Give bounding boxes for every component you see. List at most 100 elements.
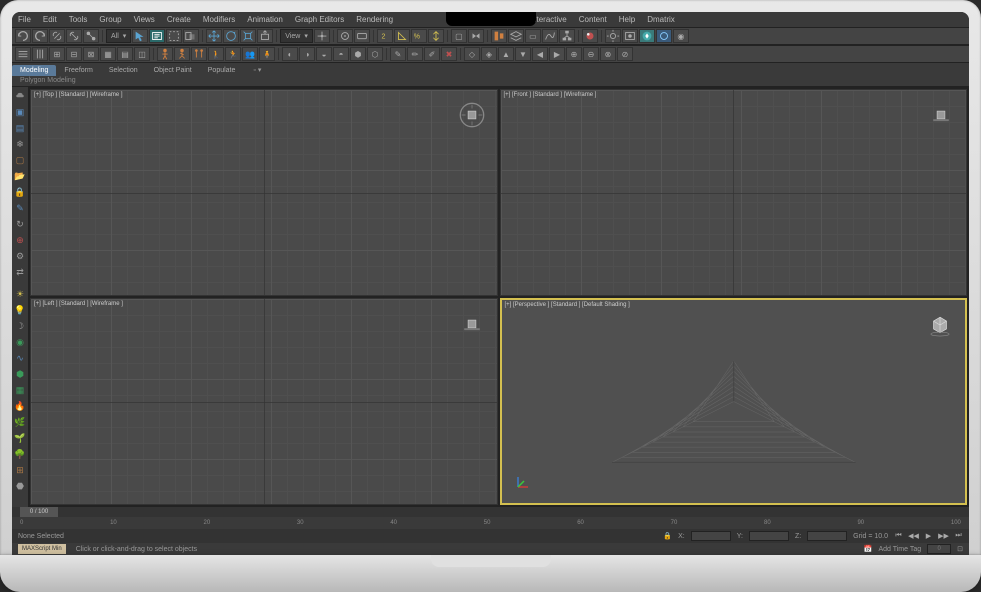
viewport-perspective[interactable]: [+] [Perspective ] [Standard ] [Default …	[500, 298, 968, 505]
placement-icon[interactable]	[257, 29, 273, 43]
select-icon[interactable]	[132, 29, 148, 43]
viewcube-left-icon[interactable]	[459, 311, 485, 337]
add-time-tag[interactable]: Add Time Tag	[878, 546, 921, 553]
undo-icon[interactable]	[15, 29, 31, 43]
biped-3-icon[interactable]	[191, 47, 207, 61]
extras-1-icon[interactable]: ◐	[282, 47, 298, 61]
time-slider-handle[interactable]: 0 / 100	[20, 507, 58, 517]
menu-rendering[interactable]: Rendering	[356, 15, 393, 24]
helper-7-icon[interactable]: ⊕	[566, 47, 582, 61]
menu-tools[interactable]: Tools	[69, 15, 88, 24]
helper-8-icon[interactable]: ⊖	[583, 47, 599, 61]
container-icon[interactable]: ▣	[13, 105, 27, 119]
viewport-front[interactable]: [+] [Front ] [Standard ] [Wireframe ]	[500, 89, 968, 296]
target-icon[interactable]: ⊕	[13, 233, 27, 247]
helper-1-icon[interactable]: ◇	[464, 47, 480, 61]
menu-modifiers[interactable]: Modifiers	[203, 15, 235, 24]
menu-content[interactable]: Content	[579, 15, 607, 24]
graphite-1-icon[interactable]	[15, 47, 31, 61]
time-slider[interactable]: 0 / 100	[12, 507, 969, 517]
helper-6-icon[interactable]: ▶	[549, 47, 565, 61]
align-icon[interactable]	[491, 29, 507, 43]
helper-9-icon[interactable]: ⊗	[600, 47, 616, 61]
viewport-perspective-label[interactable]: [+] [Perspective ] [Standard ] [Default …	[505, 302, 630, 308]
lock-selection-icon[interactable]: 🔒	[663, 532, 672, 540]
box-icon[interactable]: ▢	[13, 153, 27, 167]
moon-icon[interactable]: ☽	[13, 319, 27, 333]
helper-3-icon[interactable]: ▲	[498, 47, 514, 61]
graphite-5-icon[interactable]: ⊠	[83, 47, 99, 61]
lock-icon[interactable]: 🔒	[13, 185, 27, 199]
menu-grapheditors[interactable]: Graph Editors	[295, 15, 344, 24]
graphite-3-icon[interactable]: ⊞	[49, 47, 65, 61]
extras-6-icon[interactable]: ⬡	[367, 47, 383, 61]
menu-group[interactable]: Group	[99, 15, 121, 24]
edit-icon[interactable]: ✎	[13, 201, 27, 215]
snap-2d-icon[interactable]: 2	[377, 29, 393, 43]
ribbon-tab-freeform[interactable]: Freeform	[56, 65, 100, 76]
toggle-ribbon-icon[interactable]: ▭	[525, 29, 541, 43]
brush-2-icon[interactable]: ✏	[407, 47, 423, 61]
texture-icon[interactable]: ▦	[13, 383, 27, 397]
helper-2-icon[interactable]: ◈	[481, 47, 497, 61]
menu-help[interactable]: Help	[619, 15, 635, 24]
map-icon[interactable]: ⬢	[13, 367, 27, 381]
helper-4-icon[interactable]: ▼	[515, 47, 531, 61]
isolate-icon[interactable]: ⊡	[957, 545, 963, 553]
render-setup-icon[interactable]	[605, 29, 621, 43]
biped-1-icon[interactable]	[157, 47, 173, 61]
keyboard-shortcut-icon[interactable]	[354, 29, 370, 43]
biped-6-icon[interactable]: 👥	[242, 47, 258, 61]
select-name-icon[interactable]	[149, 29, 165, 43]
menu-animation[interactable]: Animation	[247, 15, 283, 24]
move-icon[interactable]	[206, 29, 222, 43]
viewport-front-label[interactable]: [+] [Front ] [Standard ] [Wireframe ]	[504, 92, 597, 98]
menu-file[interactable]: File	[18, 15, 31, 24]
spline-icon[interactable]: ∿	[13, 351, 27, 365]
reference-coord-dropdown[interactable]: View▾	[280, 29, 313, 43]
viewport-top[interactable]: [+] [Top ] [Standard ] [Wireframe ]	[30, 89, 498, 296]
fire-icon[interactable]: 🔥	[13, 399, 27, 413]
goto-start-icon[interactable]: ⏮	[894, 532, 903, 541]
material-editor-icon[interactable]	[582, 29, 598, 43]
settings-icon[interactable]: ⚙	[13, 249, 27, 263]
bind-icon[interactable]	[83, 29, 99, 43]
biped-4-icon[interactable]: 🚶	[208, 47, 224, 61]
graphite-6-icon[interactable]: ▦	[100, 47, 116, 61]
extras-3-icon[interactable]: ◒	[316, 47, 332, 61]
grass-icon[interactable]: 🌿	[13, 415, 27, 429]
biped-2-icon[interactable]	[174, 47, 190, 61]
brush-4-icon[interactable]: ✖	[441, 47, 457, 61]
viewcube-perspective-icon[interactable]	[927, 312, 953, 338]
graphite-8-icon[interactable]: ◫	[134, 47, 150, 61]
y-input[interactable]	[749, 531, 789, 541]
graphite-2-icon[interactable]	[32, 47, 48, 61]
unlink-icon[interactable]	[66, 29, 82, 43]
snap-angle-icon[interactable]	[394, 29, 410, 43]
color-icon[interactable]: ◉	[13, 335, 27, 349]
freeze-icon[interactable]: ❄	[13, 137, 27, 151]
viewport-left-label[interactable]: [+] [Left ] [Standard ] [Wireframe ]	[34, 301, 123, 307]
maxscript-listener[interactable]: MAXScript Min	[18, 544, 66, 554]
manipulate-icon[interactable]	[337, 29, 353, 43]
brush-1-icon[interactable]: ✎	[390, 47, 406, 61]
select-region-icon[interactable]	[166, 29, 182, 43]
brush-3-icon[interactable]: ✐	[424, 47, 440, 61]
mirror-icon[interactable]	[468, 29, 484, 43]
snap-percent-icon[interactable]: %	[411, 29, 427, 43]
scale-icon[interactable]	[240, 29, 256, 43]
graphite-7-icon[interactable]: ▤	[117, 47, 133, 61]
render-online-icon[interactable]	[656, 29, 672, 43]
menu-views[interactable]: Views	[134, 15, 155, 24]
biped-5-icon[interactable]: 🏃	[225, 47, 241, 61]
render-frame-icon[interactable]	[622, 29, 638, 43]
curve-editor-icon[interactable]	[542, 29, 558, 43]
tree-icon[interactable]: 🌳	[13, 447, 27, 461]
biped-7-icon[interactable]: 🧍	[259, 47, 275, 61]
selection-filter-dropdown[interactable]: All▾	[106, 29, 131, 43]
timeline-track[interactable]: 0 10 20 30 40 50 60 70 80 90 100	[12, 517, 969, 529]
viewport-left[interactable]: [+] [Left ] [Standard ] [Wireframe ]	[30, 298, 498, 505]
prev-frame-icon[interactable]: ◀◀	[909, 532, 918, 541]
cloud-icon[interactable]	[13, 89, 27, 103]
time-tag-icon[interactable]: 📅	[864, 545, 873, 553]
